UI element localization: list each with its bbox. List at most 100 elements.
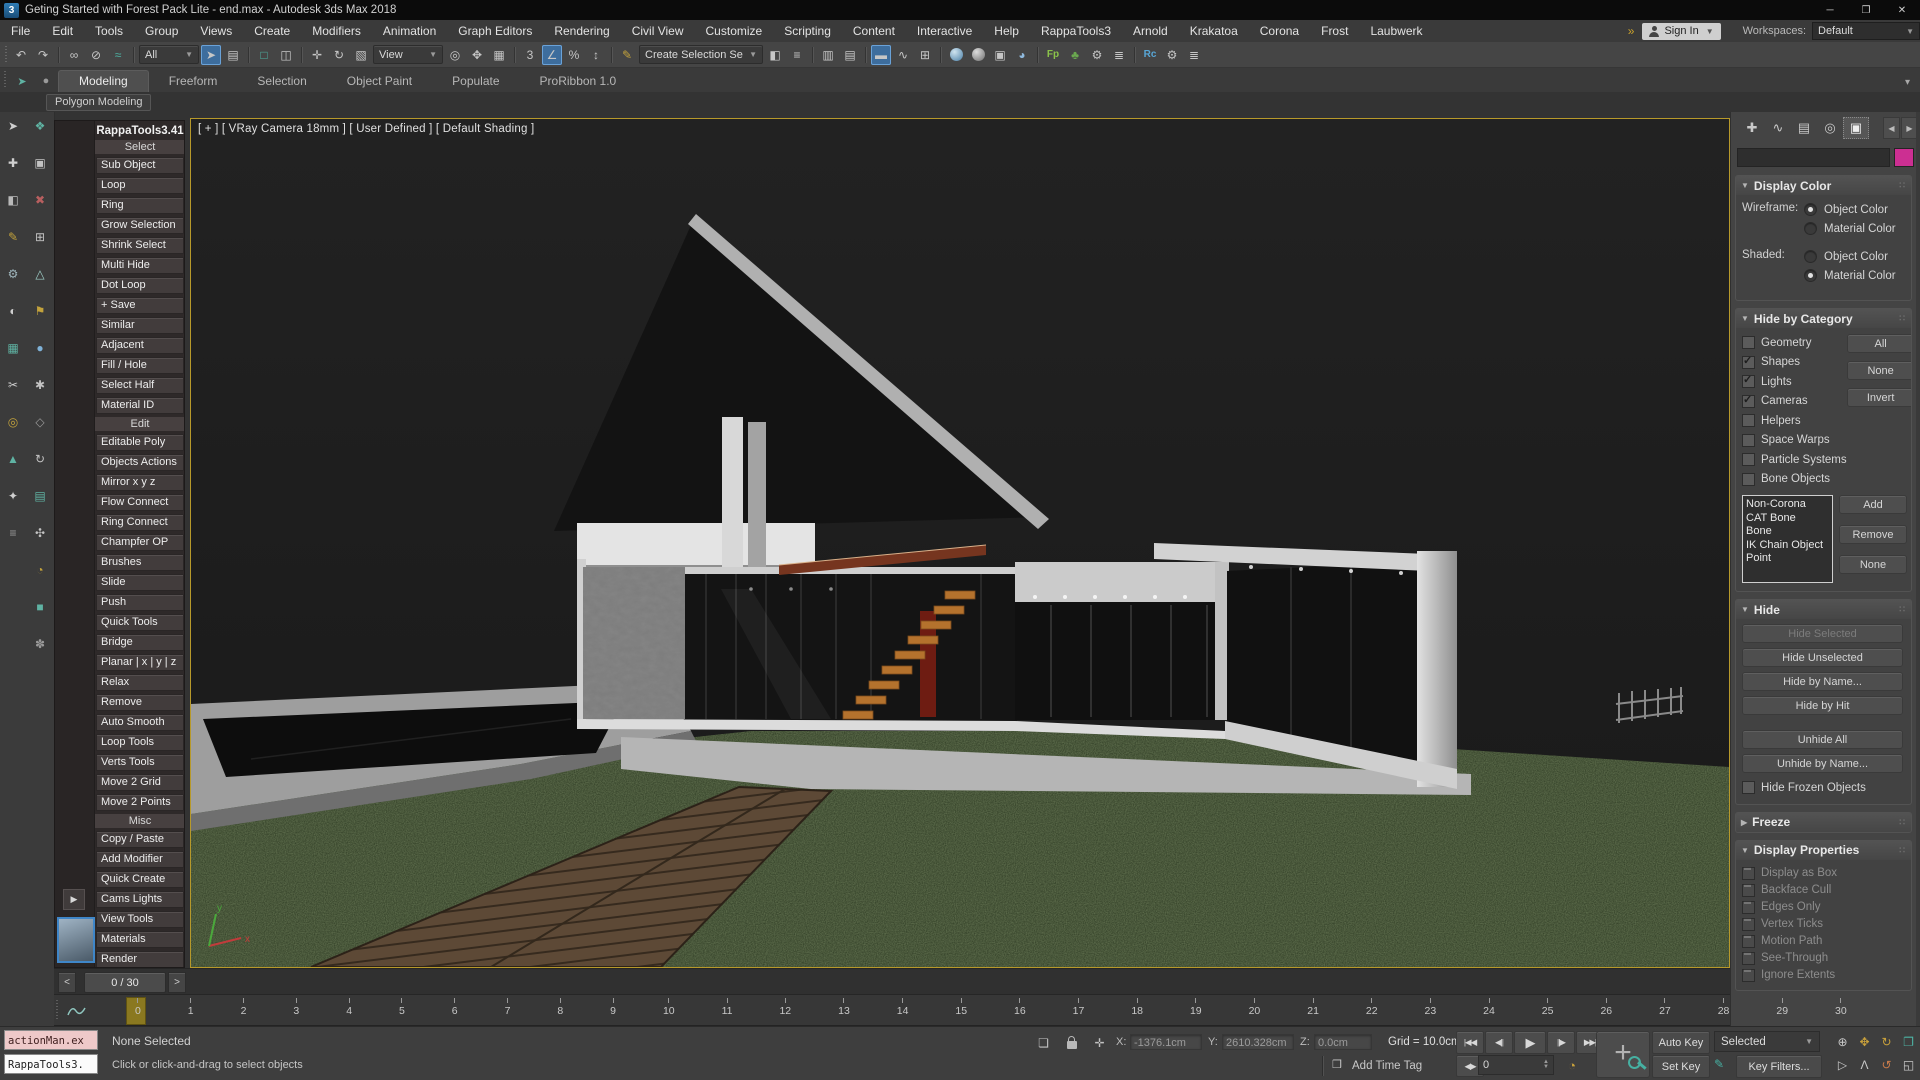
- unlink-selection-icon[interactable]: ⊘ ▼: [86, 45, 106, 65]
- object-color-swatch[interactable]: [1894, 148, 1914, 167]
- left-toolbar-icon[interactable]: ◎: [3, 412, 23, 432]
- snaps-toggle-icon[interactable]: 3 ▼: [520, 45, 540, 65]
- railclone-icon[interactable]: Rc ▼: [1140, 45, 1160, 65]
- rappatools-button[interactable]: Objects Actions: [96, 454, 184, 471]
- mirror-icon[interactable]: ◧ ▼: [765, 45, 785, 65]
- schematic-view-icon[interactable]: ⊞ ▼: [915, 45, 935, 65]
- menu-item[interactable]: Scripting: [773, 20, 842, 42]
- rappatools-button[interactable]: Flow Connect: [96, 494, 184, 511]
- rappatools-button[interactable]: Planar | x | y | z: [96, 654, 184, 671]
- rappatools-button[interactable]: Render: [96, 951, 184, 968]
- listbox-item[interactable]: Non-Corona: [1746, 498, 1829, 512]
- minimize-button[interactable]: ─: [1812, 0, 1848, 20]
- polygon-modeling-tab[interactable]: Polygon Modeling: [46, 94, 151, 111]
- walk-through-icon[interactable]: Λ: [1854, 1054, 1875, 1076]
- left-toolbar-icon[interactable]: ≡: [3, 523, 23, 543]
- rappatools-button[interactable]: Cams Lights: [96, 891, 184, 908]
- rappatools-button[interactable]: + Save: [96, 297, 184, 314]
- left-toolbar-icon[interactable]: ⚑: [30, 301, 50, 321]
- left-toolbar-icon[interactable]: ◇: [30, 412, 50, 432]
- left-toolbar-icon[interactable]: ✽: [30, 634, 50, 654]
- menu-item[interactable]: Content: [842, 20, 906, 42]
- left-toolbar-icon[interactable]: ⚙: [3, 264, 23, 284]
- toolbar-separator[interactable]: ▼: [608, 45, 615, 65]
- left-toolbar-icon[interactable]: ■: [30, 597, 50, 617]
- left-toolbar-icon[interactable]: ▦: [3, 338, 23, 358]
- forest-tools-icon[interactable]: ⚙ ▼: [1087, 45, 1107, 65]
- pan-icon[interactable]: ✥: [1854, 1031, 1875, 1053]
- ribbon-sphere-icon[interactable]: ●: [36, 72, 56, 90]
- previous-frame-arrow[interactable]: <: [58, 972, 76, 993]
- menu-item[interactable]: Tools: [84, 20, 134, 42]
- ribbon-tab[interactable]: Populate: [432, 71, 519, 92]
- rappatools-button[interactable]: Adjacent: [96, 337, 184, 354]
- absolute-mode-icon[interactable]: ✛: [1090, 1033, 1109, 1052]
- left-toolbar-icon[interactable]: ➤: [3, 116, 23, 136]
- list-action-button[interactable]: None: [1839, 555, 1907, 574]
- zoom-region-icon[interactable]: ❐: [1898, 1031, 1919, 1053]
- select-and-move-icon[interactable]: ✛ ▼: [307, 45, 327, 65]
- set-key-button[interactable]: Set Key: [1652, 1055, 1710, 1078]
- forest-lister-icon[interactable]: ♣ ▼: [1065, 45, 1085, 65]
- menu-item[interactable]: Modifiers: [301, 20, 372, 42]
- left-toolbar-icon[interactable]: ◐: [3, 301, 23, 321]
- motion-tab[interactable]: ◎: [1817, 117, 1843, 139]
- left-toolbar-icon[interactable]: ●: [30, 338, 50, 358]
- menu-item[interactable]: Krakatoa: [1179, 20, 1249, 42]
- z-coordinate-field[interactable]: 0.0cm: [1314, 1034, 1372, 1050]
- category-checkbox[interactable]: [1742, 336, 1755, 349]
- frame-spinner[interactable]: ▲▼: [1543, 1060, 1549, 1070]
- workspace-dropdown[interactable]: Default ▼: [1812, 22, 1920, 40]
- radio-button[interactable]: [1804, 222, 1817, 235]
- menu-item[interactable]: Views: [189, 20, 243, 42]
- menu-item[interactable]: Laubwerk: [1359, 20, 1433, 42]
- left-toolbar-icon[interactable]: ✣: [30, 523, 50, 543]
- key-filter-dropdown[interactable]: Selected ▼: [1714, 1031, 1820, 1052]
- menu-item[interactable]: Animation: [372, 20, 447, 42]
- menu-item[interactable]: RappaTools3: [1030, 20, 1122, 42]
- edit-named-selections-icon[interactable]: ✎ ▼: [617, 45, 637, 65]
- time-slider[interactable]: < 0 / 30 >: [54, 968, 1730, 995]
- radio-button[interactable]: [1804, 250, 1817, 263]
- rappatools-button[interactable]: Champfer OP: [96, 534, 184, 551]
- hide-button[interactable]: Hide Selected: [1742, 624, 1903, 643]
- category-checkbox[interactable]: [1742, 453, 1755, 466]
- isolate-selection-icon[interactable]: ❏: [1034, 1033, 1053, 1052]
- listbox-item[interactable]: CAT Bone: [1746, 512, 1829, 526]
- unhide-button[interactable]: Unhide All: [1742, 730, 1903, 749]
- toolbar-separator[interactable]: ▼: [1131, 45, 1138, 65]
- left-toolbar-icon[interactable]: △: [30, 264, 50, 284]
- category-action-button[interactable]: None: [1847, 361, 1912, 380]
- toolbar-separator[interactable]: ▼: [298, 45, 305, 65]
- next-frame-arrow[interactable]: >: [168, 972, 186, 993]
- rollout-header[interactable]: ▼ Display Color ∷: [1736, 176, 1911, 195]
- scene-explorer-icon[interactable]: ▤ ▼: [840, 45, 860, 65]
- create-tab[interactable]: ✚: [1739, 117, 1765, 139]
- menu-item[interactable]: Frost: [1310, 20, 1359, 42]
- left-toolbar-icon[interactable]: ✖: [30, 190, 50, 210]
- rappatools-button[interactable]: Fill / Hole: [96, 357, 184, 374]
- category-checkbox[interactable]: [1742, 395, 1755, 408]
- keyboard-override-icon[interactable]: ▦ ▼: [489, 45, 509, 65]
- left-toolbar-icon[interactable]: ✱: [30, 375, 50, 395]
- track-bar-grip[interactable]: [56, 1000, 58, 1020]
- display-property-checkbox[interactable]: [1742, 884, 1755, 897]
- hierarchy-tab[interactable]: ▤: [1791, 117, 1817, 139]
- maxscript-listener-field[interactable]: RappaTools3.: [4, 1054, 98, 1074]
- rappatools-button[interactable]: Push: [96, 594, 184, 611]
- toolbar-separator[interactable]: ▼: [511, 45, 518, 65]
- orbit-icon[interactable]: ↻: [1876, 1031, 1897, 1053]
- toolbar-separator[interactable]: ▼: [1034, 45, 1041, 65]
- previous-frame-button[interactable]: ◀||: [1485, 1031, 1513, 1054]
- percent-snap-icon[interactable]: % ▼: [564, 45, 584, 65]
- menu-overflow-chevron[interactable]: »: [1622, 24, 1641, 38]
- go-to-start-button[interactable]: |◀◀: [1456, 1031, 1484, 1054]
- use-pivot-point-icon[interactable]: ◎ ▼: [445, 45, 465, 65]
- mini-curve-editor-icon[interactable]: [66, 1003, 86, 1021]
- listbox-item[interactable]: Point: [1746, 552, 1829, 566]
- rappatools-button[interactable]: Mirror x y z: [96, 474, 184, 491]
- display-property-checkbox[interactable]: [1742, 918, 1755, 931]
- rappatools-button[interactable]: Sub Object: [96, 157, 184, 174]
- ribbon-tab[interactable]: Freeform: [149, 71, 238, 92]
- toolbar-separator[interactable]: ▼: [55, 45, 62, 65]
